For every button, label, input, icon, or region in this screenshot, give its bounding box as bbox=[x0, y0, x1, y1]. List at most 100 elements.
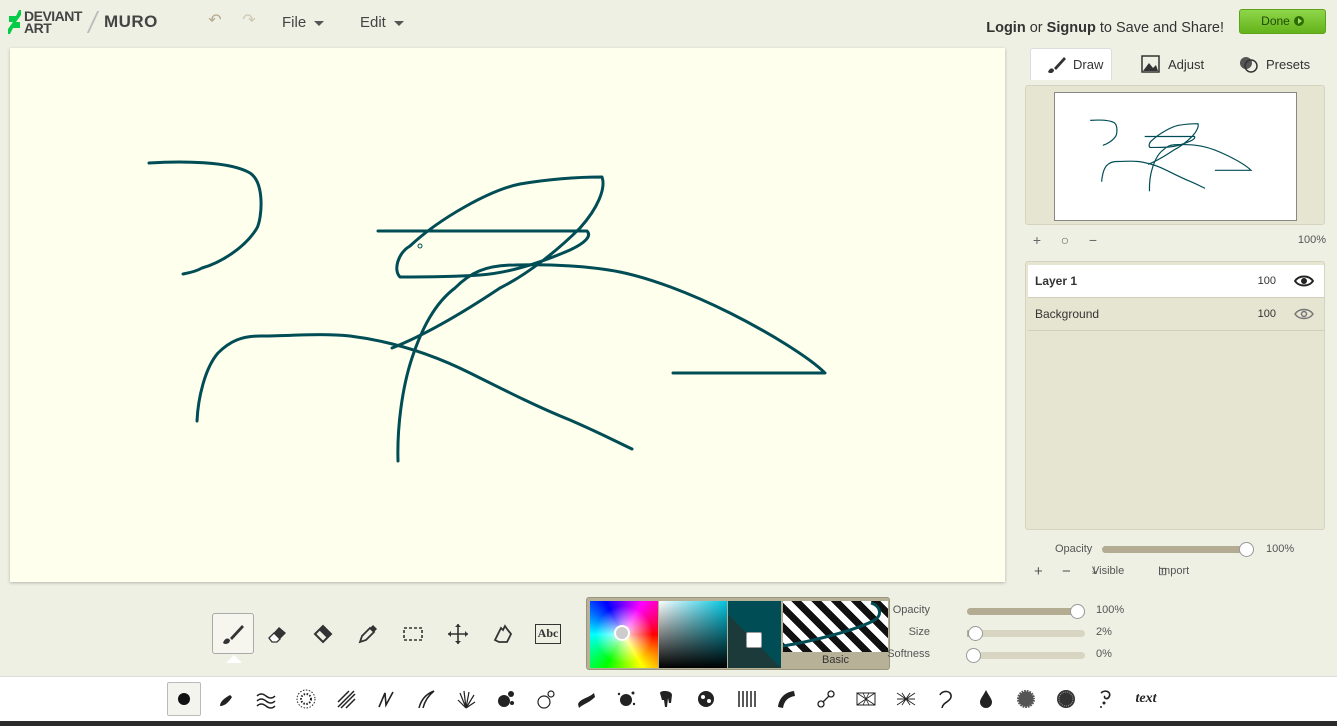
pattern-preview[interactable] bbox=[783, 601, 888, 652]
feather-brush-icon bbox=[418, 690, 435, 709]
brush-round[interactable] bbox=[167, 682, 201, 716]
brush-feather[interactable] bbox=[409, 682, 443, 716]
layer-opacity-slider[interactable] bbox=[1102, 542, 1254, 557]
brush-crosshatch[interactable] bbox=[849, 682, 883, 716]
eraser-tool[interactable] bbox=[257, 613, 299, 654]
brush-softness-label: Softness bbox=[887, 648, 930, 660]
canvas-strokes bbox=[147, 160, 827, 463]
login-link[interactable]: Login bbox=[986, 20, 1025, 36]
text-tool[interactable]: Abc bbox=[527, 613, 569, 654]
add-layer-button[interactable]: + bbox=[1034, 563, 1043, 580]
layer-name: Background bbox=[1035, 307, 1100, 321]
current-color-swatch[interactable] bbox=[728, 601, 781, 668]
layer-row[interactable]: Background 100 bbox=[1028, 298, 1324, 331]
brush-marker[interactable] bbox=[569, 682, 603, 716]
smudge-tool[interactable] bbox=[482, 613, 524, 654]
eye-icon[interactable] bbox=[1293, 274, 1315, 288]
select-tool[interactable] bbox=[392, 613, 434, 654]
brush-softness-slider[interactable] bbox=[966, 648, 1085, 663]
brush-blob[interactable] bbox=[689, 682, 723, 716]
import-label: Import bbox=[1158, 565, 1190, 577]
brush-swirl[interactable] bbox=[1089, 682, 1123, 716]
visible-label: Visible bbox=[1092, 565, 1125, 577]
stroke bbox=[195, 333, 634, 451]
brush-ribbon[interactable] bbox=[769, 682, 803, 716]
brush-bubbles[interactable] bbox=[529, 682, 563, 716]
chevron-down-icon bbox=[393, 20, 404, 26]
brush-grass[interactable] bbox=[449, 682, 483, 716]
brush-lines[interactable] bbox=[729, 682, 763, 716]
layer-row[interactable]: Layer 1 100 bbox=[1028, 265, 1324, 298]
brush-text[interactable]: text bbox=[1129, 682, 1163, 716]
brush-drop[interactable] bbox=[969, 682, 1003, 716]
canvas-thumbnail[interactable] bbox=[1054, 92, 1297, 221]
brush-opacity-slider[interactable] bbox=[967, 604, 1085, 619]
slider-knob[interactable] bbox=[966, 648, 981, 663]
drawing-canvas[interactable] bbox=[10, 48, 1005, 582]
done-label: Done bbox=[1261, 14, 1290, 28]
zoom-in-button[interactable]: + bbox=[1030, 232, 1044, 248]
drip-brush-icon bbox=[660, 690, 672, 707]
zoom-out-button[interactable]: − bbox=[1086, 232, 1100, 248]
remove-layer-button[interactable]: − bbox=[1062, 563, 1071, 580]
signup-link[interactable]: Signup bbox=[1047, 20, 1096, 36]
brush-splatter[interactable] bbox=[489, 682, 523, 716]
brush-tool[interactable] bbox=[212, 613, 254, 663]
eye-icon[interactable] bbox=[1294, 307, 1314, 321]
done-button[interactable]: Done bbox=[1239, 9, 1326, 34]
deviantart-logo[interactable]: DEVIANT ART MURO bbox=[8, 9, 158, 35]
brush-chain[interactable] bbox=[809, 682, 843, 716]
smudge-hand-icon bbox=[493, 623, 513, 643]
layer-opacity-label: Opacity bbox=[1055, 543, 1093, 555]
fill-tool[interactable] bbox=[302, 613, 344, 654]
brush-opacity-value: 100% bbox=[1096, 604, 1125, 616]
edit-menu[interactable]: Edit bbox=[360, 14, 404, 31]
brush-size-slider[interactable] bbox=[967, 626, 1085, 641]
tab-draw[interactable]: Draw bbox=[1030, 48, 1112, 80]
redo-button[interactable]: ↷ bbox=[240, 12, 258, 30]
brush-dots[interactable] bbox=[289, 682, 323, 716]
slider-knob[interactable] bbox=[1070, 604, 1085, 619]
or-text: or bbox=[1029, 20, 1043, 36]
tab-adjust-label: Adjust bbox=[1168, 56, 1205, 72]
brush-curl[interactable] bbox=[929, 682, 963, 716]
zigzag-brush-icon bbox=[378, 691, 394, 708]
deviantart-logo-icon bbox=[8, 10, 22, 34]
saturation-value-picker[interactable] bbox=[659, 601, 727, 668]
image-adjust-icon bbox=[1140, 54, 1162, 74]
undo-button[interactable]: ↶ bbox=[206, 12, 224, 30]
brush-speckle[interactable] bbox=[1009, 682, 1043, 716]
pen-brush-icon bbox=[220, 695, 232, 706]
speckle-brush-icon bbox=[1015, 688, 1037, 710]
slider-fill bbox=[1102, 546, 1254, 553]
tab-adjust[interactable]: Adjust bbox=[1134, 48, 1204, 80]
brush-size-label: Size bbox=[908, 626, 930, 638]
stroke bbox=[147, 160, 263, 276]
brush-settings: Opacity 100% Size 2% Softness 0% bbox=[887, 602, 1140, 666]
brush-wave[interactable] bbox=[249, 682, 283, 716]
slider-knob[interactable] bbox=[968, 626, 984, 641]
brush-spray[interactable] bbox=[609, 682, 643, 716]
layers-panel: Layer 1 100 Background 100 bbox=[1025, 261, 1325, 530]
hue-knob[interactable] bbox=[614, 625, 630, 641]
move-tool[interactable] bbox=[437, 613, 479, 654]
brush-drip[interactable] bbox=[649, 682, 683, 716]
thumbnail-strokes bbox=[1090, 119, 1253, 192]
layer-opacity: 100 bbox=[1257, 308, 1276, 320]
brush-zigzag[interactable] bbox=[369, 682, 403, 716]
panel-tabs: Draw Adjust Presets bbox=[1026, 48, 1326, 80]
swap-colors-icon[interactable] bbox=[746, 632, 762, 648]
brush-pen[interactable] bbox=[209, 682, 243, 716]
tab-presets[interactable]: Presets bbox=[1234, 48, 1310, 80]
zoom-reset-button[interactable]: ○ bbox=[1058, 232, 1072, 248]
brush-texture[interactable] bbox=[1049, 682, 1083, 716]
brush-softness-row: Softness 0% bbox=[887, 646, 1140, 664]
arrow-right-icon bbox=[1293, 16, 1304, 26]
slider-knob[interactable] bbox=[1239, 542, 1254, 557]
logo-divider bbox=[86, 11, 100, 33]
brush-hatch[interactable] bbox=[329, 682, 363, 716]
brush-opacity-row: Opacity 100% bbox=[893, 602, 1140, 620]
eyedropper-tool[interactable] bbox=[347, 613, 389, 654]
brush-mesh[interactable] bbox=[889, 682, 923, 716]
file-menu[interactable]: File bbox=[282, 14, 325, 31]
